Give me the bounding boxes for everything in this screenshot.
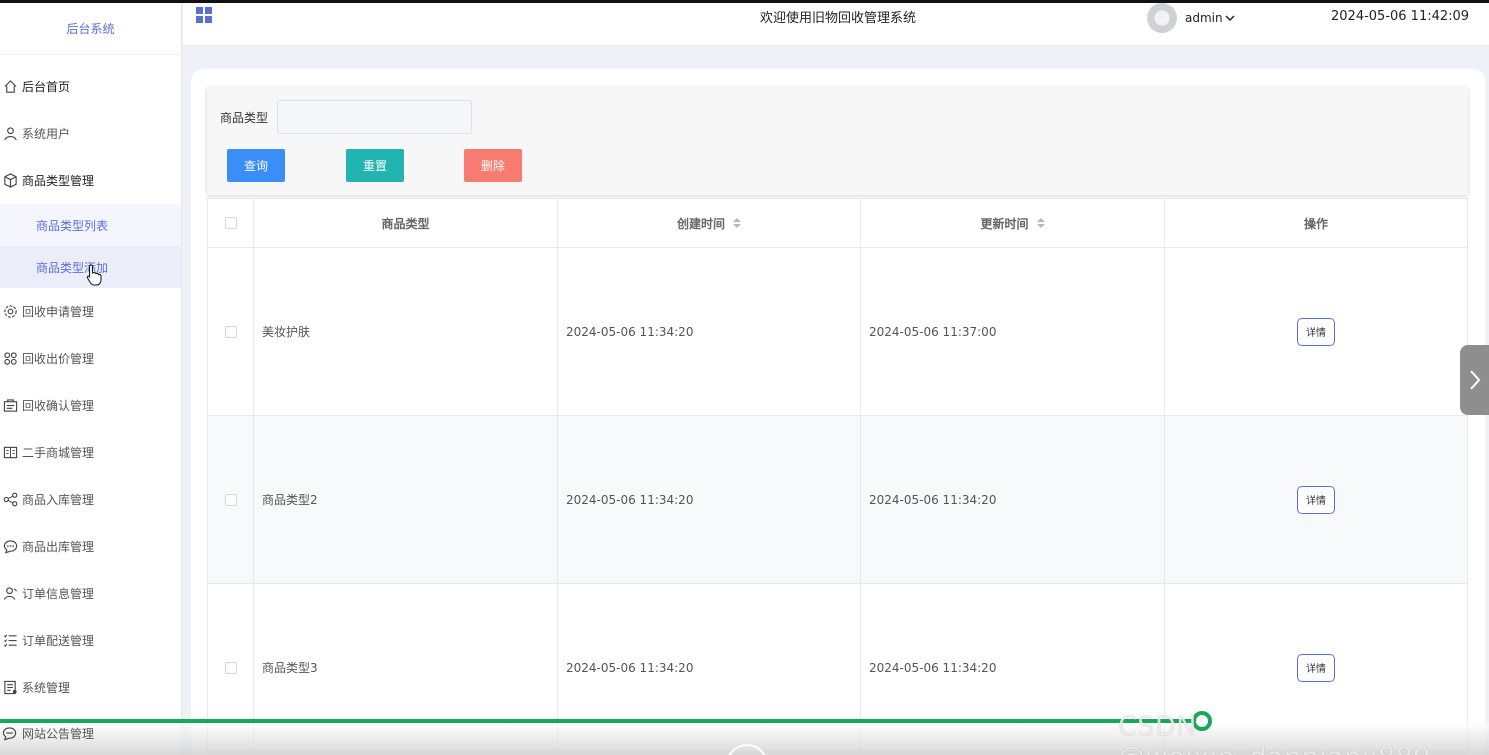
clipboard-icon — [2, 398, 18, 414]
watermark-text: CSDN @weixin_danpianji889 — [1118, 711, 1430, 755]
sidebar-item-recycle-confirm[interactable]: 回收确认管理 — [0, 382, 181, 429]
sidebar-item-order-info[interactable]: 订单信息管理 — [0, 570, 181, 617]
table-header: 商品类型 创建时间 更新时间 操作 — [208, 199, 1467, 248]
column-header-actions: 操作 — [1303, 216, 1328, 231]
document-icon — [2, 680, 18, 696]
cell-actions: 详情 — [1165, 248, 1467, 415]
row-checkbox[interactable] — [224, 661, 237, 674]
page-title: 欢迎使用旧物回收管理系统 — [760, 11, 917, 26]
book-icon — [2, 445, 18, 461]
detail-button[interactable]: 详情 — [1297, 485, 1335, 514]
sidebar-item-label: 后台首页 — [22, 80, 71, 94]
row-checkbox[interactable] — [224, 493, 237, 506]
cell-type: 商品类型2 — [254, 416, 558, 583]
column-header-type: 商品类型 — [254, 199, 558, 247]
cell-updated: 2024-05-06 11:34:20 — [861, 416, 1165, 583]
cell-type: 美妆护肤 — [254, 248, 558, 415]
chevron-down-icon — [1225, 15, 1235, 22]
sidebar-item-stock-in[interactable]: 商品入库管理 — [0, 476, 181, 523]
sidebar: 后台系统 后台首页 系统用户 商品类型管理 商品类型列表 商品类型添加 回收申请… — [0, 3, 182, 755]
sidebar-item-label: 回收确认管理 — [22, 399, 95, 413]
sidebar-item-product-type[interactable]: 商品类型管理 — [0, 157, 181, 204]
sidebar-item-label: 二手商城管理 — [22, 446, 95, 460]
column-header-updated[interactable]: 更新时间 — [861, 199, 1165, 247]
sort-icon[interactable] — [1036, 218, 1045, 228]
cell-actions: 详情 — [1165, 416, 1467, 583]
search-panel: 商品类型 查询 重置 删除 — [207, 87, 1468, 195]
menu-toggle-icon[interactable] — [195, 6, 213, 24]
sidebar-item-label: 订单配送管理 — [22, 634, 95, 648]
sidebar-item-label: 订单信息管理 — [22, 587, 95, 601]
column-header-label: 更新时间 — [980, 216, 1029, 231]
sidebar-item-label: 系统管理 — [22, 681, 71, 695]
delete-button[interactable]: 删除 — [464, 149, 522, 182]
list-icon — [2, 633, 18, 649]
detail-button[interactable]: 详情 — [1297, 653, 1335, 682]
mouse-pointer-icon — [86, 264, 102, 286]
data-table: 商品类型 创建时间 更新时间 操作 美妆护肤 2024-05-06 11:34:… — [207, 198, 1468, 753]
brand-title: 后台系统 — [0, 3, 181, 55]
sidebar-item-label: 回收出价管理 — [22, 352, 95, 366]
table-row: 美妆护肤 2024-05-06 11:34:20 2024-05-06 11:3… — [208, 248, 1467, 416]
cell-updated: 2024-05-06 11:37:00 — [861, 248, 1165, 415]
sidebar-item-label: 回收申请管理 — [22, 305, 95, 319]
avatar[interactable] — [1147, 3, 1177, 33]
sidebar-item-recycle-bid[interactable]: 回收出价管理 — [0, 335, 181, 382]
box-icon — [2, 173, 18, 189]
sidebar-item-order-delivery[interactable]: 订单配送管理 — [0, 617, 181, 664]
gear-icon — [2, 304, 18, 320]
user-icon — [2, 126, 18, 142]
chevron-right-icon — [1469, 370, 1480, 390]
column-header-label: 创建时间 — [676, 216, 725, 231]
sidebar-item-label: 商品入库管理 — [22, 493, 95, 507]
top-border — [0, 0, 1489, 3]
row-select-cell — [208, 248, 254, 415]
select-all-checkbox[interactable] — [224, 217, 237, 229]
sidebar-item-label: 网站公告管理 — [22, 727, 95, 741]
search-label: 商品类型 — [220, 111, 269, 125]
username: admin — [1185, 11, 1223, 25]
sidebar-item-users[interactable]: 系统用户 — [0, 110, 181, 157]
cell-created: 2024-05-06 11:34:20 — [558, 248, 861, 415]
sidebar-item-home[interactable]: 后台首页 — [0, 63, 181, 110]
row-select-cell — [208, 416, 254, 583]
table-row: 商品类型2 2024-05-06 11:34:20 2024-05-06 11:… — [208, 416, 1467, 584]
query-button[interactable]: 查询 — [227, 149, 285, 182]
product-type-search-input[interactable] — [277, 100, 472, 134]
select-all-cell — [208, 199, 254, 247]
chat-icon — [2, 539, 18, 555]
datetime-display: 2024-05-06 11:42:09 — [1331, 9, 1470, 24]
share-icon — [2, 492, 18, 508]
sidebar-item-system[interactable]: 系统管理 — [0, 664, 181, 711]
reset-button[interactable]: 重置 — [346, 149, 404, 182]
sidebar-item-label: 商品类型管理 — [22, 174, 95, 188]
home-icon — [2, 79, 18, 95]
sidebar-menu: 后台首页 系统用户 商品类型管理 商品类型列表 商品类型添加 回收申请管理 回收… — [0, 63, 181, 711]
sidebar-item-label: 商品出库管理 — [22, 540, 95, 554]
expand-panel-button[interactable] — [1460, 345, 1489, 415]
sort-icon[interactable] — [733, 218, 741, 228]
sidebar-item-announcements[interactable]: 网站公告管理 — [2, 725, 94, 742]
video-progress-bar[interactable] — [0, 719, 1210, 723]
sidebar-item-label: 系统用户 — [22, 127, 71, 141]
sidebar-subitem-type-list[interactable]: 商品类型列表 — [0, 204, 181, 246]
detail-button[interactable]: 详情 — [1297, 317, 1335, 346]
user-menu[interactable]: admin — [1185, 11, 1235, 25]
row-checkbox[interactable] — [224, 325, 237, 338]
sidebar-item-stock-out[interactable]: 商品出库管理 — [0, 523, 181, 570]
cell-created: 2024-05-06 11:34:20 — [558, 416, 861, 583]
grid-icon — [2, 351, 18, 367]
column-header-created[interactable]: 创建时间 — [558, 199, 861, 247]
sidebar-item-mall[interactable]: 二手商城管理 — [0, 429, 181, 476]
sidebar-item-recycle-apply[interactable]: 回收申请管理 — [0, 288, 181, 335]
top-header: 欢迎使用旧物回收管理系统 admin 2024-05-06 11:42:09 — [183, 3, 1489, 46]
main-content: 商品类型 查询 重置 删除 商品类型 创建时间 更新时间 操作 美妆护肤 202… — [191, 69, 1485, 755]
chat-icon — [2, 726, 18, 742]
user-icon — [2, 586, 18, 602]
